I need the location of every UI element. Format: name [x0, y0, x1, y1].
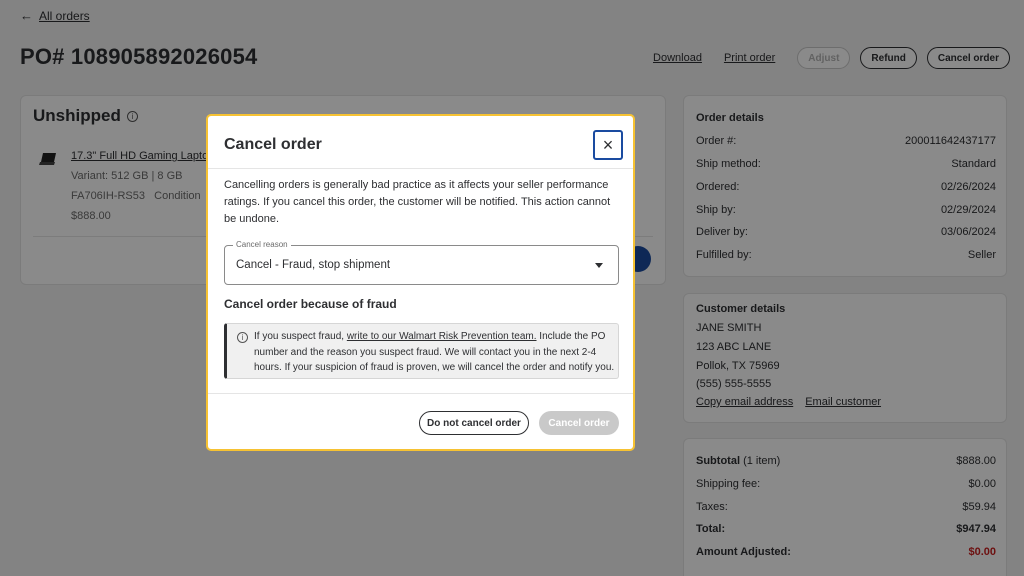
dialog-warning-text: Cancelling orders is generally bad pract…: [224, 179, 611, 225]
divider: [208, 168, 633, 169]
fraud-info-text: If you suspect fraud, write to our Walma…: [254, 329, 616, 376]
cancel-reason-select[interactable]: Cancel reason Cancel - Fraud, stop shipm…: [224, 240, 619, 285]
cancel-reason-value: Cancel - Fraud, stop shipment: [236, 259, 391, 271]
chevron-down-icon: [595, 263, 603, 268]
divider: [208, 393, 633, 394]
risk-prevention-link[interactable]: write to our Walmart Risk Prevention tea…: [347, 331, 537, 342]
dialog-title: Cancel order: [224, 136, 322, 153]
info-icon: i: [237, 332, 248, 343]
confirm-cancel-order-button[interactable]: Cancel order: [539, 411, 619, 435]
fraud-info-alert: i If you suspect fraud, write to our Wal…: [224, 323, 619, 379]
cancel-order-dialog: Cancel order × Cancelling orders is gene…: [206, 114, 635, 451]
close-icon[interactable]: ×: [593, 130, 623, 160]
cancel-reason-label: Cancel reason: [233, 240, 291, 249]
do-not-cancel-button[interactable]: Do not cancel order: [419, 411, 529, 435]
fraud-section-heading: Cancel order because of fraud: [224, 297, 397, 311]
alert-prefix: If you suspect fraud,: [254, 331, 347, 342]
